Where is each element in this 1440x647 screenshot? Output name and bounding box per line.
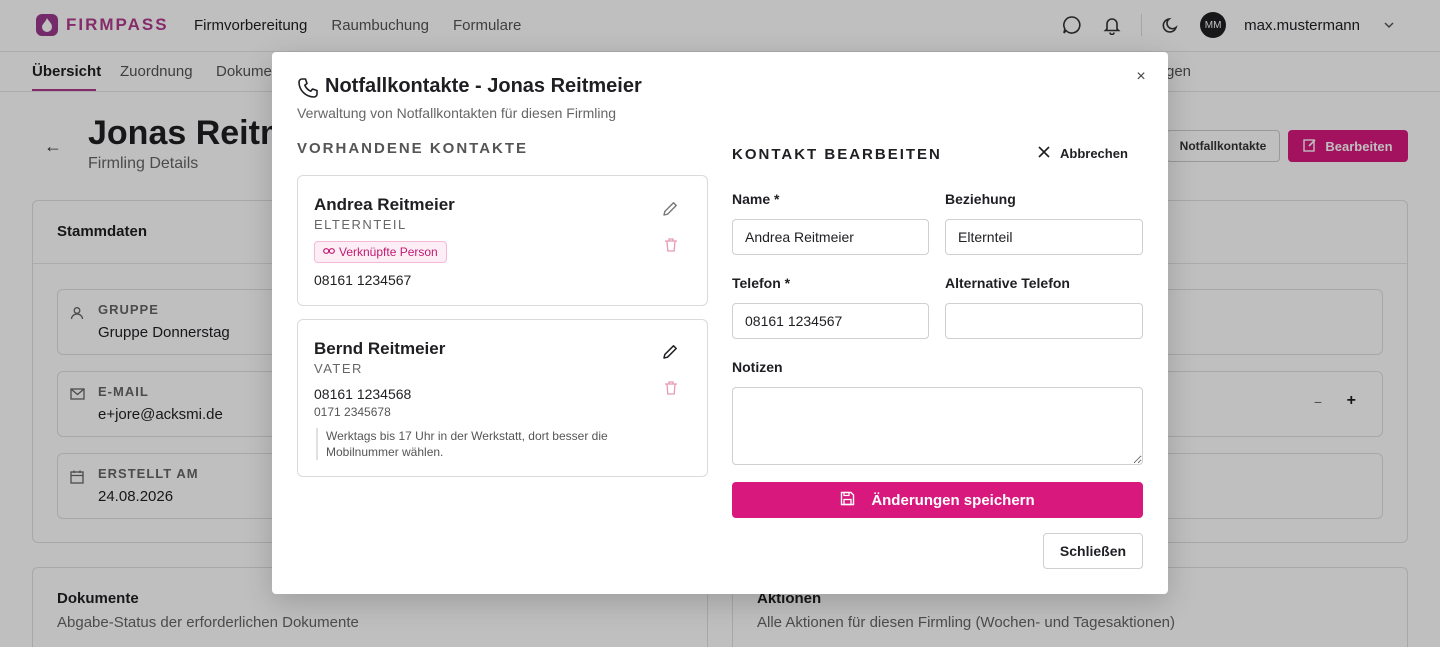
cancel-label: Abbrechen [1060,146,1128,161]
contact-card: Bernd Reitmeier VATER 08161 1234568 0171… [297,319,708,477]
relation-field[interactable] [945,219,1143,255]
link-icon [323,245,335,259]
contact-relation: VATER [314,361,363,376]
edit-contact-heading: KONTAKT BEARBEITEN [732,146,942,163]
notfallkontakte-dialog: × Notfallkontakte - Jonas Reitmeier Verw… [272,52,1168,594]
relation-label: Beziehung [945,191,1016,207]
badge-label: Verknüpfte Person [339,245,438,259]
name-field[interactable] [732,219,929,255]
contact-card: Andrea Reitmeier ELTERNTEIL Verknüpfte P… [297,175,708,306]
contact-name: Andrea Reitmeier [314,195,455,214]
pencil-icon[interactable] [661,200,679,218]
existing-contacts-heading: VORHANDENE KONTAKTE [297,140,529,157]
phone-icon [297,77,319,104]
save-label: Änderungen speichern [871,491,1035,509]
pencil-icon[interactable] [661,343,679,361]
close-button[interactable]: Schließen [1043,533,1143,569]
alt-phone-label: Alternative Telefon [945,275,1070,291]
notes-field[interactable] [732,387,1143,465]
name-label: Name * [732,191,780,207]
contact-relation: ELTERNTEIL [314,217,407,232]
x-icon [1038,146,1050,161]
phone-label: Telefon * [732,275,791,291]
contact-note: Werktags bis 17 Uhr in der Werkstatt, do… [316,428,616,460]
close-icon[interactable]: × [1132,68,1150,86]
contact-phone: 08161 1234567 [314,272,412,288]
notes-label: Notizen [732,359,783,375]
contact-name: Bernd Reitmeier [314,339,446,358]
contact-phone-alt: 0171 2345678 [314,405,391,419]
linked-person-badge: Verknüpfte Person [314,241,447,263]
dialog-title: Notfallkontakte - Jonas Reitmeier [325,75,642,97]
phone-field[interactable] [732,303,929,339]
trash-icon[interactable] [663,237,679,253]
alt-phone-field[interactable] [945,303,1143,339]
dialog-description: Verwaltung von Notfallkontakten für dies… [297,105,617,121]
contact-phone: 08161 1234568 [314,386,412,402]
save-icon [840,491,855,510]
cancel-button[interactable]: Abbrechen [1038,146,1128,161]
trash-icon[interactable] [663,380,679,396]
save-changes-button[interactable]: Änderungen speichern [732,482,1143,518]
